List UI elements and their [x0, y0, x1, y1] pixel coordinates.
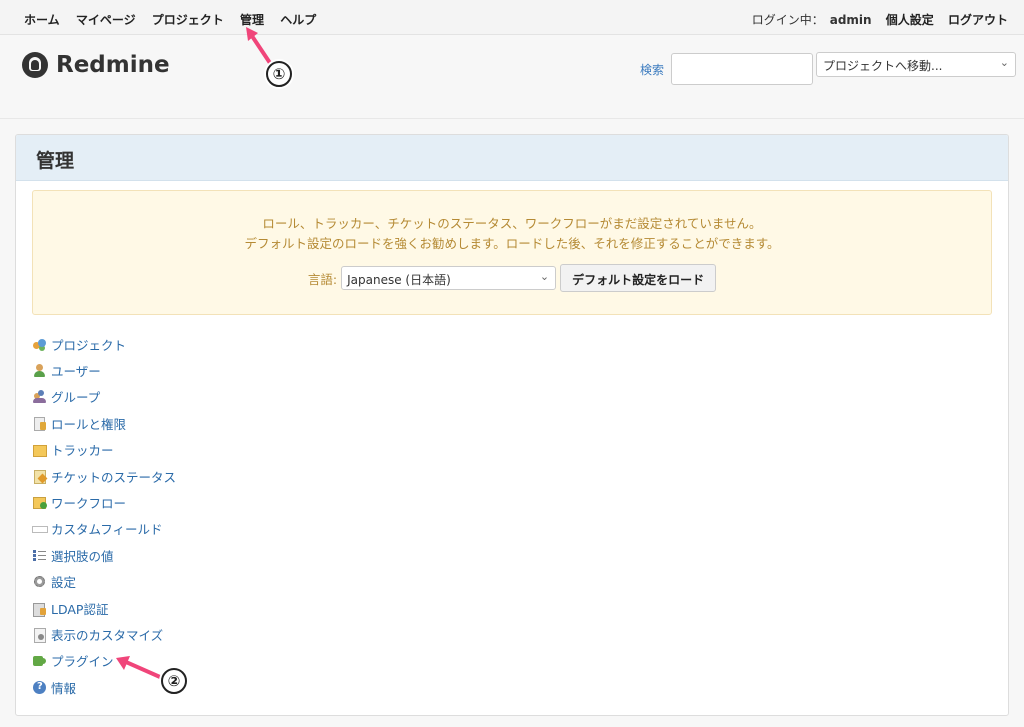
admin-menu-item-workflows[interactable]: ワークフロー — [32, 489, 176, 515]
top-menu-my-page-link[interactable]: マイページ — [76, 13, 136, 27]
admin-menu-link[interactable]: プロジェクト — [51, 335, 126, 354]
notice-line-2: デフォルト設定のロードを強くお勧めします。ロードした後、それを修正することができ… — [244, 236, 780, 251]
admin-menu-item-users[interactable]: ユーザー — [32, 357, 176, 383]
admin-menu-link[interactable]: トラッカー — [51, 440, 114, 459]
account-menu: ログイン中： admin 個人設定 ログアウト — [752, 11, 1008, 28]
redmine-logo-icon — [22, 52, 48, 78]
admin-menu-link[interactable]: ユーザー — [51, 361, 101, 380]
admin-menu-link[interactable]: LDAP認証 — [51, 599, 108, 618]
admin-menu-link[interactable]: ワークフロー — [51, 493, 126, 512]
admin-menu-item-view-customize[interactable]: 表示のカスタマイズ — [32, 621, 176, 647]
admin-menu-link[interactable]: 設定 — [51, 572, 76, 591]
admin-menu-link[interactable]: カスタムフィールド — [51, 519, 163, 538]
enumeration-icon — [32, 548, 47, 563]
admin-menu: プロジェクト ユーザー グループ ロールと権限 トラッカー チケットのステータス… — [32, 331, 176, 700]
default-config-notice: ロール、トラッカー、チケットのステータス、ワークフローがまだ設定されていません。… — [32, 190, 992, 315]
admin-menu-item-enumerations[interactable]: 選択肢の値 — [32, 542, 176, 568]
search-label[interactable]: 検索 — [640, 61, 664, 78]
top-menu-left: ホーム マイページ プロジェクト 管理 ヘルプ — [24, 11, 328, 28]
role-icon — [32, 416, 47, 431]
custom-field-icon — [32, 521, 48, 536]
plugin-icon — [32, 653, 47, 668]
logged-in-username[interactable]: admin — [830, 13, 872, 27]
admin-menu-item-roles[interactable]: ロールと権限 — [32, 410, 176, 436]
admin-menu-link[interactable]: 表示のカスタマイズ — [51, 625, 163, 644]
admin-menu-item-trackers[interactable]: トラッカー — [32, 437, 176, 463]
language-label: 言語: — [307, 271, 338, 287]
language-select-value: Japanese (日本語) — [347, 273, 451, 287]
language-select[interactable]: Japanese (日本語) ⌄ — [341, 266, 557, 290]
admin-menu-link[interactable]: ロールと権限 — [51, 414, 126, 433]
issue-status-icon — [32, 469, 47, 484]
admin-menu-item-custom-fields[interactable]: カスタムフィールド — [32, 516, 176, 542]
header: Redmine 検索 プロジェクトへ移動... ⌄ — [0, 35, 1024, 119]
main-content: 管理 ロール、トラッカー、チケットのステータス、ワークフローがまだ設定されていま… — [15, 134, 1009, 716]
admin-menu-link[interactable]: プラグイン — [51, 651, 114, 670]
top-menu-help-link[interactable]: ヘルプ — [280, 13, 316, 27]
admin-menu-link[interactable]: グループ — [51, 387, 100, 406]
search-input[interactable] — [671, 53, 813, 85]
app-name: Redmine — [56, 52, 170, 78]
user-icon — [32, 363, 47, 378]
callout-2: ② — [161, 668, 187, 694]
top-menu: ホーム マイページ プロジェクト 管理 ヘルプ ログイン中： admin 個人設定… — [0, 0, 1024, 35]
view-customize-icon — [32, 627, 47, 643]
project-jump-select[interactable]: プロジェクトへ移動... ⌄ — [816, 52, 1016, 77]
group-icon — [32, 389, 47, 404]
settings-icon — [32, 574, 47, 589]
workflow-icon — [32, 495, 47, 510]
top-menu-projects-link[interactable]: プロジェクト — [152, 13, 224, 27]
chevron-down-icon: ⌄ — [999, 56, 1009, 69]
admin-menu-item-groups[interactable]: グループ — [32, 384, 176, 410]
ldap-icon — [32, 601, 47, 617]
app-logo[interactable]: Redmine — [22, 52, 170, 78]
callout-1: ① — [266, 61, 292, 87]
logged-in-label: ログイン中： — [751, 13, 824, 27]
page-title: 管理 — [16, 135, 1008, 181]
projects-icon — [32, 337, 47, 352]
annotation-arrow-2 — [116, 656, 162, 679]
top-menu-home-link[interactable]: ホーム — [24, 13, 60, 27]
language-row: 言語: Japanese (日本語) ⌄ デフォルト設定をロード — [33, 264, 991, 292]
load-default-config-button[interactable]: デフォルト設定をロード — [560, 264, 717, 292]
my-account-link[interactable]: 個人設定 — [886, 13, 934, 27]
admin-menu-item-issue-statuses[interactable]: チケットのステータス — [32, 463, 176, 489]
admin-menu-item-projects[interactable]: プロジェクト — [32, 331, 176, 357]
admin-menu-item-ldap[interactable]: LDAP認証 — [32, 595, 176, 621]
info-icon — [32, 680, 47, 695]
admin-menu-link[interactable]: 選択肢の値 — [51, 546, 114, 565]
sign-out-link[interactable]: ログアウト — [948, 13, 1008, 27]
tracker-icon — [32, 442, 47, 458]
admin-menu-link[interactable]: 情報 — [51, 678, 76, 697]
project-jump-value: プロジェクトへ移動... — [823, 59, 943, 73]
admin-menu-item-settings[interactable]: 設定 — [32, 569, 176, 595]
notice-line-1: ロール、トラッカー、チケットのステータス、ワークフローがまだ設定されていません。 — [262, 216, 762, 231]
admin-menu-link[interactable]: チケットのステータス — [51, 467, 176, 486]
chevron-down-icon: ⌄ — [539, 270, 550, 283]
